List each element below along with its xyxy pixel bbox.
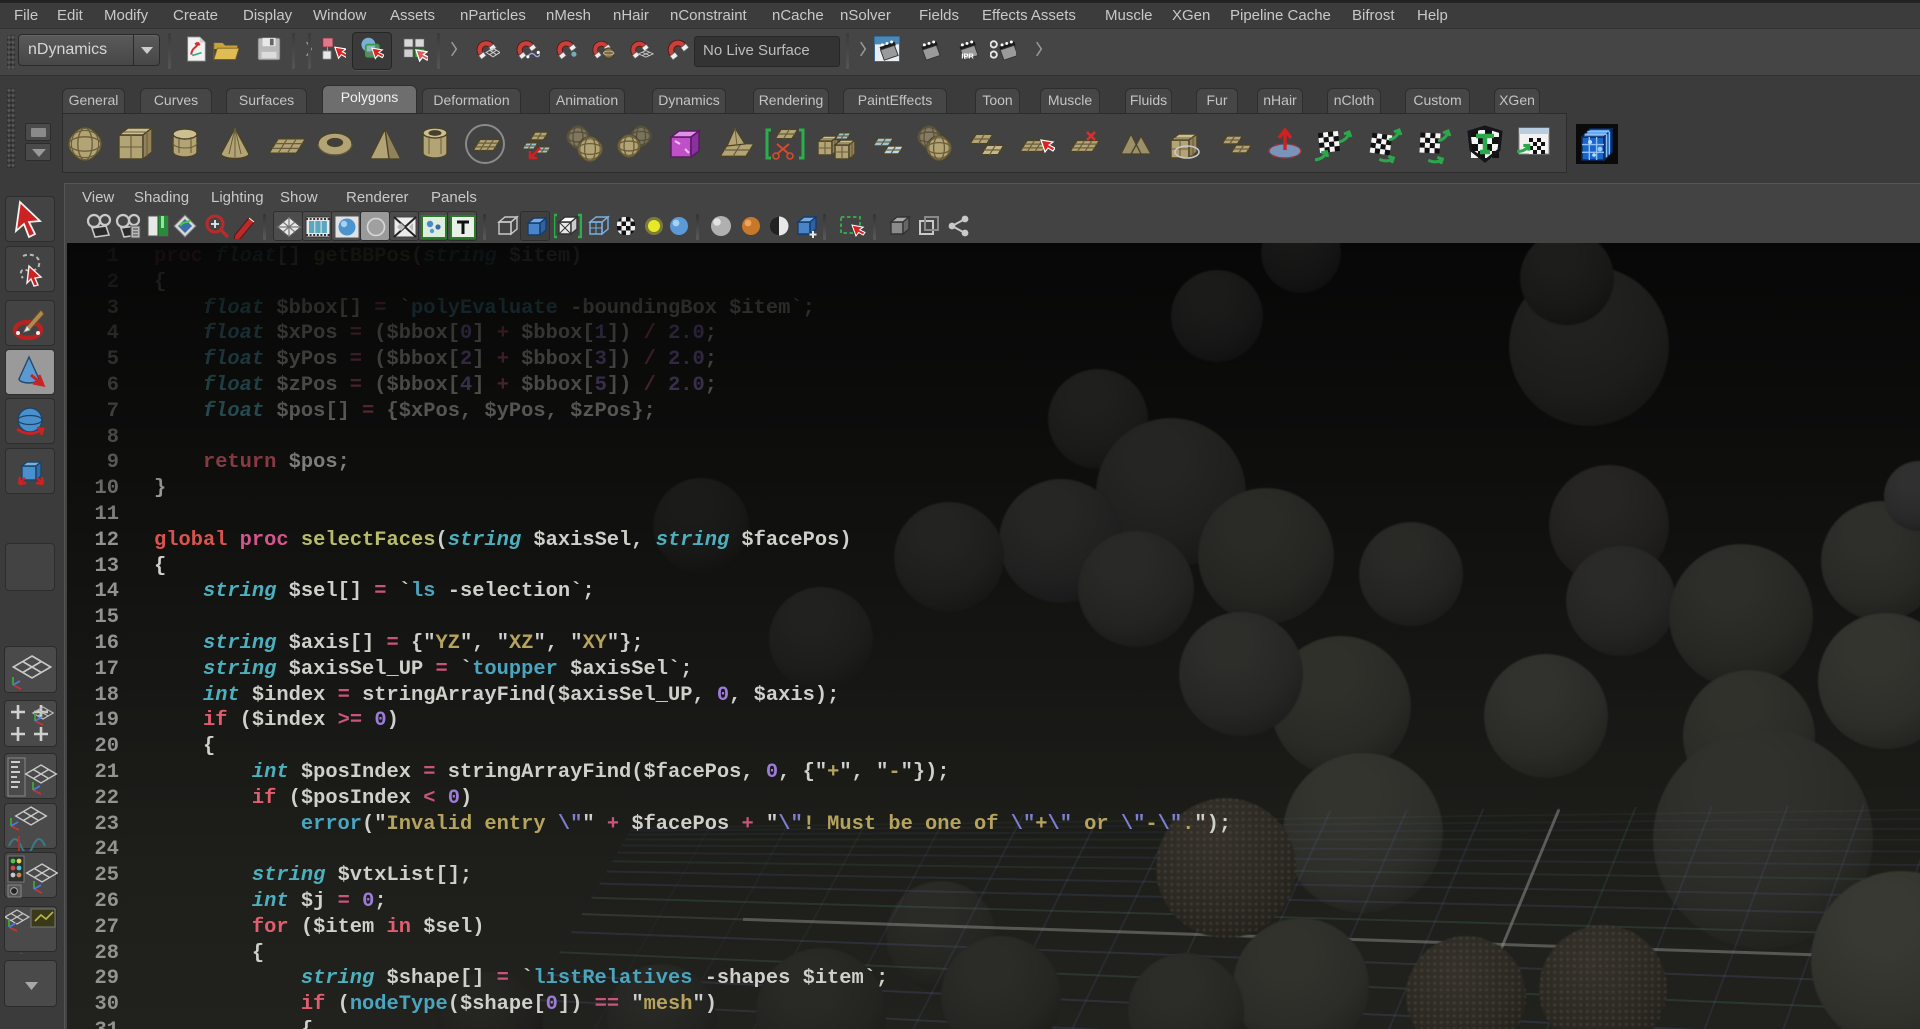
svg-text:IPR: IPR <box>961 51 974 60</box>
